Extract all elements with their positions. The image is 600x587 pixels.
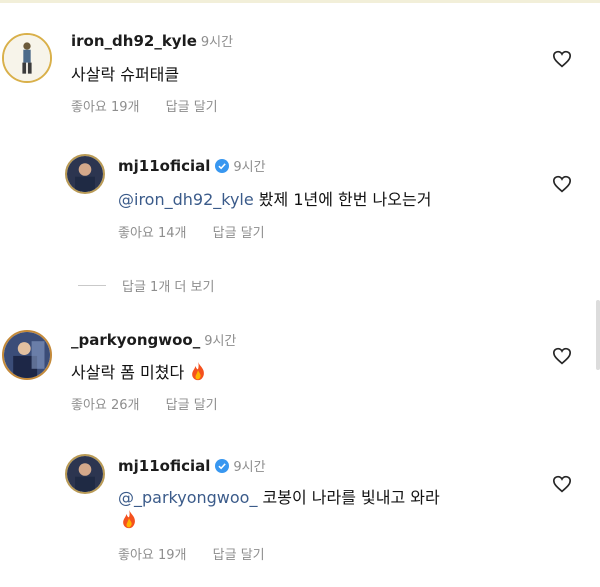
comment-text: 코봉이 나라를 빛내고 와라 bbox=[257, 488, 440, 507]
mention-link[interactable]: @_parkyongwoo_ bbox=[118, 488, 257, 507]
comment-username[interactable]: mj11oficial bbox=[118, 157, 210, 175]
comment-text: 사살락 폼 미쳤다 bbox=[71, 363, 185, 382]
avatar[interactable] bbox=[65, 454, 105, 494]
comment-username[interactable]: mj11oficial bbox=[118, 457, 210, 475]
comment-text: 봤제 1년에 한번 나오는거 bbox=[253, 190, 432, 209]
like-count[interactable]: 좋아요 26개 bbox=[71, 398, 140, 413]
comment-text: 사살락 슈퍼태클 bbox=[71, 65, 180, 84]
view-more-replies[interactable]: 답글 1개 더 보기 bbox=[78, 276, 214, 295]
view-more-label: 답글 1개 더 보기 bbox=[122, 280, 215, 295]
avatar[interactable] bbox=[65, 154, 105, 194]
heart-outline-icon[interactable] bbox=[552, 175, 572, 193]
fire-emoji bbox=[123, 509, 135, 529]
reply-button[interactable]: 답글 달기 bbox=[166, 398, 218, 413]
heart-outline-icon[interactable] bbox=[552, 50, 572, 68]
fire-emoji bbox=[192, 361, 205, 381]
like-count[interactable]: 좋아요 14개 bbox=[118, 226, 187, 241]
reply-button[interactable]: 답글 달기 bbox=[166, 100, 218, 115]
verified-badge-icon bbox=[215, 459, 230, 473]
reply-button[interactable]: 답글 달기 bbox=[213, 226, 265, 241]
view-more-divider bbox=[78, 285, 106, 286]
verified-badge-icon bbox=[215, 159, 230, 173]
scrollbar[interactable] bbox=[596, 300, 600, 370]
mention-link[interactable]: @iron_dh92_kyle bbox=[118, 190, 254, 209]
comment-time: 9시간 bbox=[204, 334, 237, 349]
heart-outline-icon[interactable] bbox=[552, 475, 572, 493]
heart-outline-icon[interactable] bbox=[552, 347, 572, 365]
avatar[interactable] bbox=[2, 33, 52, 83]
comment-time: 9시간 bbox=[200, 35, 234, 50]
reply-button[interactable]: 답글 달기 bbox=[213, 548, 265, 563]
comment-username[interactable]: _parkyongwoo_ bbox=[71, 331, 200, 349]
comment-time: 9시간 bbox=[233, 460, 266, 475]
comment-time: 9시간 bbox=[233, 160, 266, 175]
like-count[interactable]: 좋아요 19개 bbox=[71, 100, 140, 115]
avatar[interactable] bbox=[2, 330, 52, 380]
top-divider bbox=[0, 0, 600, 3]
like-count[interactable]: 좋아요 19개 bbox=[118, 548, 187, 563]
comment-username[interactable]: iron_dh92_kyle bbox=[71, 32, 197, 50]
